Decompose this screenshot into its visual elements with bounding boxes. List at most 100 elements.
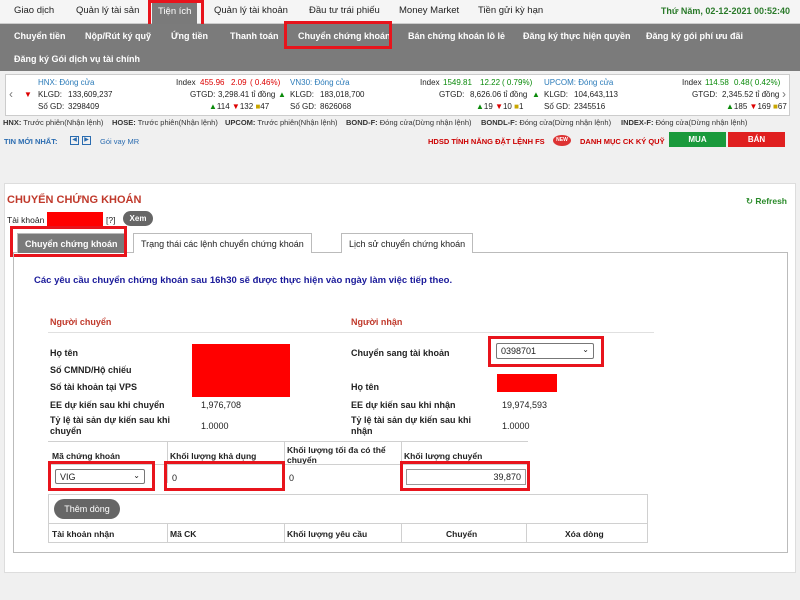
tab-bar: Chuyển chứng khoán Trạng thái các lệnh c… [13, 231, 788, 253]
vn30-gtgd: 8,626.06 tỉ đồng [470, 90, 528, 99]
fs-order-guide-link[interactable]: HDSD TÍNH NĂNG ĐẶT LỆNH FS [428, 137, 545, 146]
upcom-sogd-label: Số GD: [544, 102, 571, 111]
hnx-pct: ( 0.46%) [250, 78, 281, 87]
buy-button[interactable]: MUA [669, 132, 726, 147]
nav-account-management[interactable]: Quản lý tài khoản [214, 5, 288, 16]
view-button[interactable]: Xem [123, 211, 153, 226]
upcom-status: UPCOM: Đóng cửa [544, 78, 614, 87]
sender-ee-value: 1,976,708 [201, 400, 242, 410]
refresh-button[interactable]: ↻ Refresh [746, 196, 787, 207]
receiver-to-account-label: Chuyển sang tài khoản [351, 348, 450, 358]
hnx-gtgd-label: GTGD: [190, 90, 216, 99]
hnx-sogd-label: Số GD: [38, 102, 65, 111]
hnx-klgd: 133,609,237 [68, 90, 113, 99]
news-row: TIN MỚI NHẤT: ◀ ▶ Gói vay MR HDSD TÍNH N… [0, 132, 800, 150]
hnx-klgd-label: KLGD: [38, 90, 63, 99]
market-session-status: HNX: Trước phiên(Nhận lệnh) HOSE: Trước … [0, 118, 800, 130]
sell-button[interactable]: BÁN [728, 132, 785, 147]
sender-ratio-value: 1.0000 [201, 421, 229, 431]
vn30-klgd-label: KLGD: [290, 90, 315, 99]
upcom-klgd: 104,643,113 [574, 90, 618, 99]
sender-name-label: Họ tên [50, 348, 78, 358]
upcom-gtgd-label: GTGD: [692, 90, 718, 99]
tab-transfer-history[interactable]: Lịch sử chuyển chứng khoán [341, 233, 474, 253]
vn30-index: 1549.81 [443, 78, 472, 87]
upcom-index-label: Index [682, 78, 702, 87]
vn30-breadth: ▲19 ▼10 ■1 [476, 102, 524, 111]
nav-money-market[interactable]: Money Market [399, 5, 459, 16]
highlight-transfer-stocks [284, 21, 392, 49]
subnav-register-fee-package[interactable]: Đăng ký gói phí ưu đãi [646, 31, 743, 41]
status-hnx: HNX: Trước phiên(Nhận lệnh) [3, 118, 104, 127]
arrow-down-icon: ▼ [24, 90, 32, 99]
transfer-stock-panel: CHUYỂN CHỨNG KHOÁN ↻ Refresh Tài khoản [… [4, 183, 796, 573]
sender-id-label: Số CMND/Hộ chiếu [50, 365, 132, 375]
hnx-change: 2.09 [231, 78, 247, 87]
hnx-sogd: 3298409 [68, 102, 100, 111]
help-link[interactable]: [?] [106, 215, 115, 225]
news-prev-icon[interactable]: ◀ [70, 136, 79, 145]
subnav-margin-deposit[interactable]: Nộp/Rút ký quỹ [85, 31, 151, 41]
highlight-amount [400, 461, 530, 491]
receiver-header: Người nhận [351, 317, 403, 327]
vn30-index-label: Index [420, 78, 440, 87]
news-next-icon[interactable]: ▶ [82, 136, 91, 145]
subnav-sell-odd-lots[interactable]: Bán chứng khoán lô lẻ [408, 31, 505, 41]
receiver-ee-label: EE dự kiến sau khi nhận [351, 400, 456, 410]
max-value: 0 [289, 473, 295, 483]
sender-ee-label: EE dự kiến sau khi chuyển [50, 400, 165, 410]
market-ticker: ‹ › HNX: Đóng cửa Index 455.96 2.09 ( 0.… [5, 74, 790, 116]
sender-ratio-label: Tỷ lệ tài sản dự kiến sau khi chuyển [50, 415, 171, 436]
page-title: CHUYỂN CHỨNG KHOÁN [7, 194, 142, 206]
upcom-change: 0.48 [734, 78, 750, 87]
tab-transfer-status[interactable]: Trạng thái các lệnh chuyển chứng khoán [133, 233, 312, 253]
col-amount: Khối lượng chuyển [404, 451, 483, 461]
nav-asset-management[interactable]: Quản lý tài sản [76, 5, 139, 16]
account-field-redacted[interactable] [47, 212, 103, 226]
app-window: Giao dịch Quản lý tài sản Tiện ích Quản … [0, 0, 800, 600]
subnav-transfer-money[interactable]: Chuyển tiền [14, 31, 66, 41]
nav-trading[interactable]: Giao dịch [14, 5, 54, 16]
sender-header: Người chuyển [50, 317, 112, 327]
hnx-gtgd: 3,298.41 tỉ đồng [218, 90, 276, 99]
receiver-ratio-value: 1.0000 [502, 421, 530, 431]
chevron-left-icon[interactable]: ‹ [9, 87, 13, 101]
transfer-form: Các yêu cầu chuyển chứng khoán sau 16h30… [13, 253, 788, 553]
status-bondf: BOND-F: Đóng cửa(Dừng nhận lệnh) [346, 118, 472, 127]
subnav-payment[interactable]: Thanh toán [230, 31, 279, 41]
nav-bond-investment[interactable]: Đầu tư trái phiếu [309, 5, 380, 16]
col-transfer: Chuyển [446, 529, 478, 539]
receiver-name-redacted [497, 374, 557, 392]
status-hose: HOSE: Trước phiên(Nhận lệnh) [112, 118, 218, 127]
highlight-symbol [48, 461, 155, 491]
hnx-index-label: Index [176, 78, 196, 87]
status-bondlf: BONDL-F: Đóng cửa(Dừng nhận lệnh) [481, 118, 612, 127]
col-available: Khối lượng khả dụng [170, 451, 257, 461]
subnav-register-rights[interactable]: Đăng ký thực hiện quyền [523, 31, 631, 41]
highlight-receiver-select [488, 336, 604, 367]
notice-text: Các yêu cầu chuyển chứng khoán sau 16h30… [34, 275, 453, 286]
upcom-gtgd: 2,345.52 tỉ đồng [722, 90, 780, 99]
receiver-ratio-label: Tỷ lệ tài sản dự kiến sau khi nhận [351, 415, 472, 436]
news-link[interactable]: Gói vay MR [100, 137, 139, 146]
add-row-button[interactable]: Thêm dòng [54, 499, 120, 519]
margin-watchlist-link[interactable]: DANH MỤC CK KÝ QUỸ [580, 137, 665, 146]
col-stock-code: Mã CK [170, 529, 197, 539]
col-receive-account: Tài khoản nhận [52, 529, 115, 539]
status-indexf: INDEX-F: Đóng cửa(Dừng nhận lệnh) [621, 118, 748, 127]
col-delete-row: Xóa dòng [565, 529, 604, 539]
vn30-klgd: 183,018,700 [320, 90, 365, 99]
upcom-breadth: ▲185 ▼169 ■67 [726, 102, 787, 111]
nav-term-deposit[interactable]: Tiền gửi kỳ hạn [478, 5, 543, 16]
sub-nav: Chuyển tiền Nộp/Rút ký quỹ Ứng tiền Than… [0, 24, 800, 71]
datetime: Thứ Năm, 02-12-2021 00:52:40 [660, 6, 790, 16]
arrow-up-icon: ▲ [532, 90, 540, 99]
vn30-gtgd-label: GTGD: [439, 90, 465, 99]
refresh-icon: ↻ [745, 196, 753, 206]
sender-account-label: Số tài khoản tại VPS [50, 382, 138, 392]
latest-news-label: TIN MỚI NHẤT: [4, 137, 58, 146]
subnav-advance-money[interactable]: Ứng tiền [171, 31, 208, 41]
chevron-right-icon[interactable]: › [782, 87, 786, 101]
receiver-ee-value: 19,974,593 [502, 400, 548, 410]
subnav-register-financial-service[interactable]: Đăng ký Gói dịch vụ tài chính [14, 54, 140, 64]
